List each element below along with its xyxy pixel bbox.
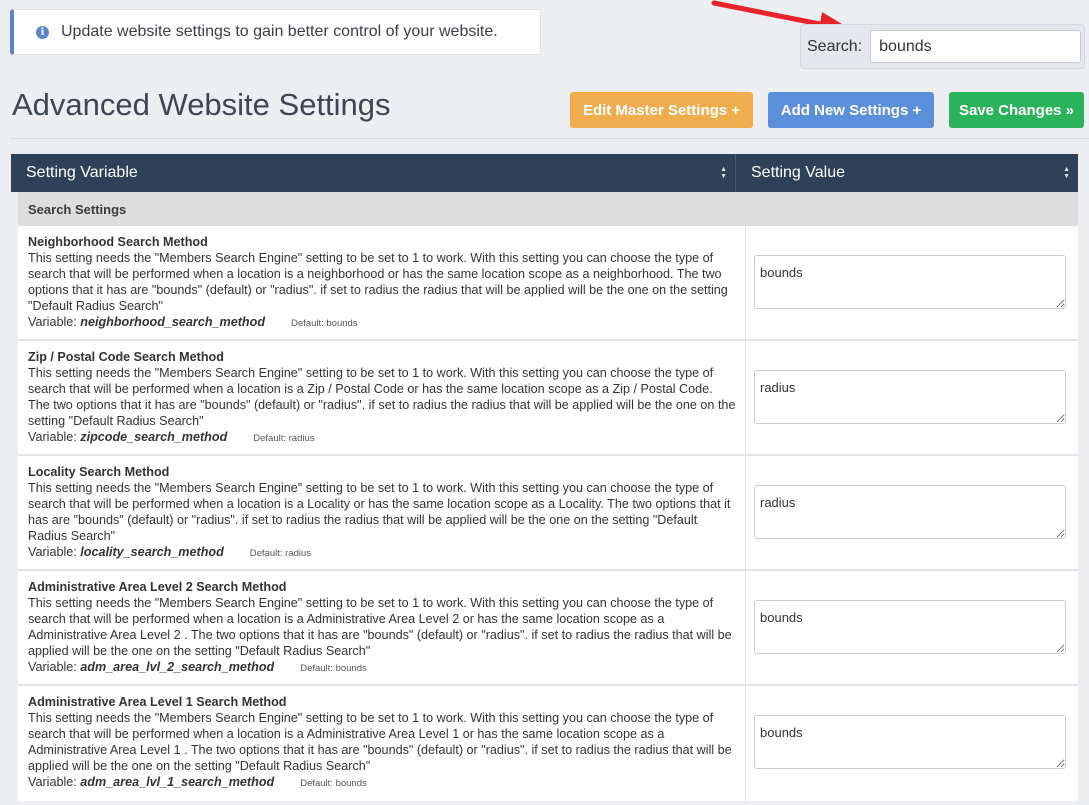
table-row: Neighborhood Search Method This setting … [18,226,1078,341]
setting-name: Administrative Area Level 1 Search Metho… [28,695,287,709]
variable-line: Variable: neighborhood_search_method Defa… [28,314,737,332]
table-body: Neighborhood Search Method This setting … [18,226,1078,801]
setting-value-input[interactable]: radius [754,485,1066,539]
variable-name: adm_area_lvl_2_search_method [80,660,275,674]
edit-master-settings-button[interactable]: Edit Master Settings + [570,92,753,128]
default-value: Default: radius [253,433,315,444]
table-row: Zip / Postal Code Search Method This set… [18,341,1078,456]
setting-name: Locality Search Method [28,465,170,479]
variable-line: Variable: adm_area_lvl_1_search_method De… [28,774,737,792]
table-row: Administrative Area Level 1 Search Metho… [18,686,1078,801]
column-header-setting-value[interactable]: Setting Value ▲ ▼ [736,154,1078,192]
setting-value-input[interactable]: bounds [754,255,1066,309]
setting-description-cell: Locality Search Method This setting need… [18,456,746,569]
setting-name: Neighborhood Search Method [28,235,208,249]
setting-description: This setting needs the "Members Search E… [28,596,732,658]
settings-table: Setting Variable ▲ ▼ Setting Value ▲ ▼ Sea… [11,154,1078,801]
sort-icon: ▲ ▼ [720,166,727,180]
setting-description-cell: Neighborhood Search Method This setting … [18,226,746,339]
table-header: Setting Variable ▲ ▼ Setting Value ▲ ▼ [11,154,1078,192]
default-value: Default: radius [249,548,312,559]
default-value: Default: bounds [300,663,367,674]
variable-name: neighborhood_search_method [80,315,266,329]
variable-line: Variable: adm_area_lvl_2_search_method De… [28,659,737,677]
default-value: Default: bounds [291,318,358,329]
group-header: Search Settings [18,192,1078,226]
search-input[interactable] [870,30,1082,63]
setting-description-cell: Administrative Area Level 1 Search Metho… [18,686,746,801]
setting-value-cell: bounds [746,226,1078,339]
setting-description-cell: Administrative Area Level 2 Search Metho… [18,571,746,684]
setting-description: This setting needs the "Members Search E… [28,481,731,543]
table-row: Locality Search Method This setting need… [18,456,1078,571]
setting-value-cell: bounds [746,571,1078,684]
variable-line: Variable: locality_search_method Default:… [28,544,737,562]
setting-value-cell: radius [746,456,1078,569]
default-value: Default: bounds [300,778,367,789]
variable-name: locality_search_method [80,545,224,559]
setting-name: Zip / Postal Code Search Method [28,350,224,364]
notice-text: Update website settings to gain better c… [61,23,498,40]
info-icon: i [36,25,49,39]
setting-value-input[interactable]: radius [754,370,1066,424]
variable-label: Variable: [28,775,77,789]
page-title: Advanced Website Settings [12,87,391,122]
setting-value-input[interactable]: bounds [754,715,1066,769]
variable-label: Variable: [28,315,77,329]
variable-label: Variable: [28,660,77,674]
setting-value-cell: radius [746,341,1078,454]
setting-description-cell: Zip / Postal Code Search Method This set… [18,341,746,454]
add-new-settings-button[interactable]: Add New Settings + [768,92,934,128]
variable-label: Variable: [28,545,77,559]
save-changes-button[interactable]: Save Changes » [949,92,1084,128]
variable-name: zipcode_search_method [80,430,228,444]
variable-label: Variable: [28,430,77,444]
setting-description: This setting needs the "Members Search E… [28,366,736,428]
search-box: Search: [800,24,1085,69]
variable-line: Variable: zipcode_search_method Default: … [28,429,737,447]
setting-description: This setting needs the "Members Search E… [28,251,728,313]
variable-name: adm_area_lvl_1_search_method [80,775,275,789]
table-row: Administrative Area Level 2 Search Metho… [18,571,1078,686]
setting-value-cell: bounds [746,686,1078,801]
search-label: Search: [807,37,863,55]
setting-description: This setting needs the "Members Search E… [28,711,732,773]
info-notice: i Update website settings to gain better… [10,9,541,55]
sort-icon: ▲ ▼ [1063,166,1070,180]
setting-name: Administrative Area Level 2 Search Metho… [28,580,287,594]
column-header-setting-variable[interactable]: Setting Variable ▲ ▼ [11,154,736,192]
setting-value-input[interactable]: bounds [754,600,1066,654]
